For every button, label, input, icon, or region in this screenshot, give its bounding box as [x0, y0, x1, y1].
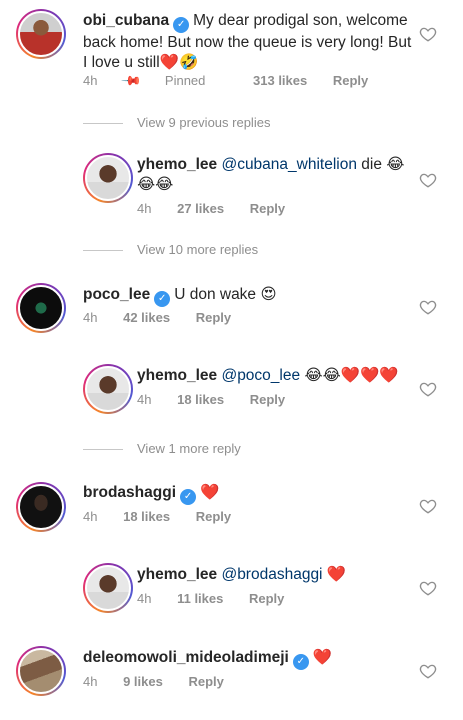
mention-link[interactable]: @cubana_whitelion — [221, 156, 357, 173]
comment-username[interactable]: yhemo_lee — [137, 566, 217, 583]
heart-outline-icon[interactable] — [419, 497, 437, 515]
likes-count[interactable]: 27 likes — [177, 201, 224, 216]
reply-button[interactable]: Reply — [249, 591, 284, 606]
comment-time: 4h — [83, 674, 98, 689]
reply-button[interactable]: Reply — [250, 392, 285, 407]
divider — [83, 250, 123, 252]
heart-outline-icon[interactable] — [419, 25, 437, 43]
comment-username[interactable]: yhemo_lee — [137, 156, 217, 173]
comment-time: 4h — [137, 392, 152, 407]
heart-outline-icon[interactable] — [419, 380, 437, 398]
comment-text: U don wake 😍 — [174, 286, 277, 303]
verified-badge-icon: ✓ — [154, 291, 171, 307]
comment-time: 4h — [83, 73, 98, 88]
comment-username[interactable]: brodashaggi — [83, 484, 176, 501]
avatar[interactable] — [83, 563, 133, 613]
comment-username[interactable]: poco_lee — [83, 286, 150, 303]
likes-count[interactable]: 18 likes — [123, 509, 170, 524]
likes-count[interactable]: 11 likes — [177, 591, 223, 606]
comment-username[interactable]: obi_cubana — [83, 12, 169, 29]
comment-time: 4h — [83, 310, 98, 325]
view-more-reply[interactable]: View 1 more reply — [83, 441, 241, 456]
comment-text: 😂😂❤️❤️❤️ — [304, 367, 399, 384]
comment-time: 4h — [137, 201, 152, 216]
comment-text: ❤️ — [200, 484, 220, 501]
pinned-label: 📌 Pinned — [120, 69, 206, 92]
likes-count[interactable]: 42 likes — [123, 310, 170, 325]
heart-outline-icon[interactable] — [419, 662, 437, 680]
likes-count[interactable]: 9 likes — [123, 674, 163, 689]
view-more-replies[interactable]: View 10 more replies — [83, 242, 258, 257]
comment-emoji: ❤️🤣 — [159, 54, 199, 71]
avatar[interactable] — [16, 283, 66, 333]
pin-icon: 📌 — [120, 69, 143, 92]
verified-badge-icon: ✓ — [173, 17, 190, 33]
reply-button[interactable]: Reply — [333, 73, 368, 88]
avatar[interactable] — [16, 9, 66, 59]
view-previous-replies[interactable]: View 9 previous replies — [83, 115, 270, 130]
comment-text: ❤️ — [312, 649, 333, 666]
mention-link[interactable]: @poco_lee — [221, 367, 300, 384]
mention-link[interactable]: @brodashaggi — [221, 566, 322, 583]
comment-time: 4h — [137, 591, 152, 606]
comment-username[interactable]: yhemo_lee — [137, 367, 217, 384]
reply-button[interactable]: Reply — [188, 674, 223, 689]
heart-outline-icon[interactable] — [419, 298, 437, 316]
comment-username[interactable]: deleomowoli_mideoladimeji — [83, 649, 289, 666]
avatar[interactable] — [16, 482, 66, 532]
heart-outline-icon[interactable] — [419, 171, 437, 189]
reply-button[interactable]: Reply — [196, 509, 231, 524]
avatar[interactable] — [83, 364, 133, 414]
likes-count[interactable]: 18 likes — [177, 392, 224, 407]
avatar[interactable] — [83, 153, 133, 203]
divider — [83, 449, 123, 451]
avatar[interactable] — [16, 646, 66, 696]
comment-text: ❤️ — [326, 566, 347, 583]
verified-badge-icon: ✓ — [180, 489, 197, 505]
likes-count[interactable]: 313 likes — [253, 73, 307, 88]
reply-button[interactable]: Reply — [250, 201, 285, 216]
heart-outline-icon[interactable] — [419, 579, 437, 597]
comment-time: 4h — [83, 509, 98, 524]
verified-badge-icon: ✓ — [292, 654, 309, 670]
divider — [83, 123, 123, 125]
reply-button[interactable]: Reply — [196, 310, 231, 325]
